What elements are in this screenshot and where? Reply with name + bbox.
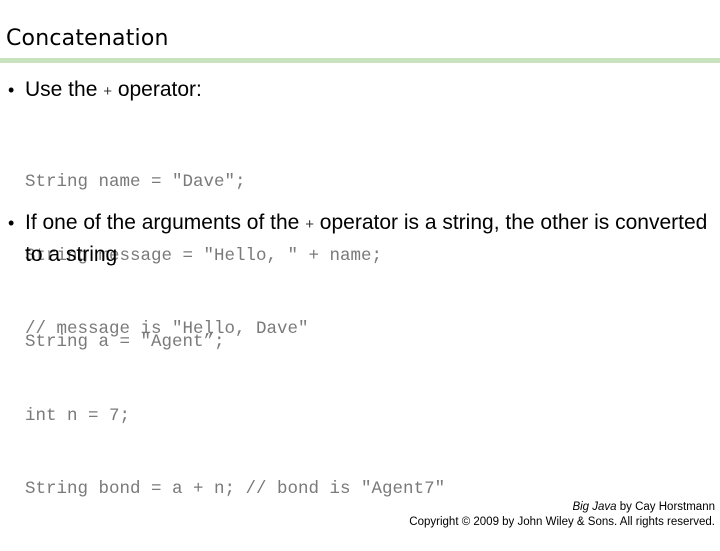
slide-title: Concatenation (6, 26, 169, 51)
bullet-text: If one of the arguments of the + operato… (25, 211, 708, 266)
book-credit: Big Java by Cay Horstmann (409, 500, 715, 515)
book-title: Big Java (572, 501, 617, 513)
copyright-notice: Copyright © 2009 by John Wiley & Sons. A… (409, 516, 715, 528)
code-example: String a = "Agent”; int n = 7; String bo… (25, 281, 445, 551)
title-divider (0, 58, 720, 63)
code-line: int n = 7; (25, 405, 131, 426)
bullet-point: • Use the + operator: (8, 75, 708, 107)
author-credit: by Cay Horstmann (616, 501, 715, 513)
bullet-text: Use the + operator: (25, 78, 202, 101)
bullet-point: • If one of the arguments of the + opera… (8, 208, 708, 270)
code-line: String name = "Dave"; (25, 172, 246, 192)
copyright-footer: Big Java by Cay Horstmann Copyright © 20… (409, 500, 715, 530)
operator-symbol: + (103, 83, 112, 100)
code-line: String a = "Agent”; (25, 332, 225, 352)
code-line: String bond = a + n; // bond is "Agent7" (25, 479, 446, 499)
bullet-icon: • (8, 213, 15, 233)
bullet-icon: • (8, 80, 15, 100)
operator-symbol: + (305, 216, 314, 233)
